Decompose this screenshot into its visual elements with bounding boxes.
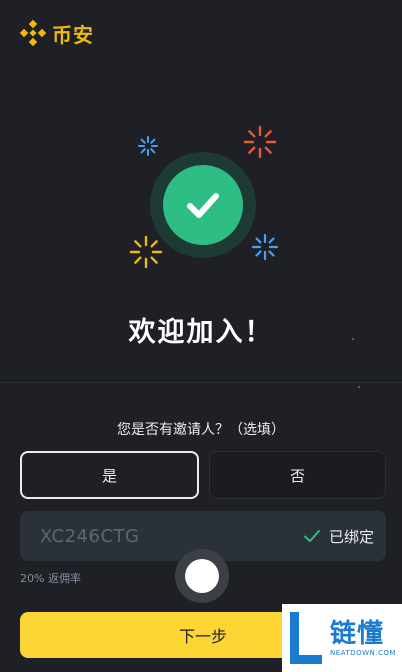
check-circle-icon: [163, 165, 243, 245]
decor-dot: [352, 338, 354, 340]
sparkle-icon: [138, 136, 158, 156]
option-yes-button[interactable]: 是: [20, 451, 199, 499]
assistive-touch-button[interactable]: [175, 549, 229, 603]
option-no-button[interactable]: 否: [209, 451, 386, 499]
option-no-label: 否: [289, 466, 305, 485]
watermark-title: 链懂: [330, 619, 385, 649]
watermark: 链懂 NEATDOWN.COM: [282, 604, 402, 672]
check-icon: [187, 193, 219, 218]
welcome-title: 欢迎加入！: [128, 317, 274, 348]
referral-question: 您是否有邀请人？（选填）: [117, 422, 285, 438]
bound-label: 已绑定: [328, 527, 374, 546]
next-button-label: 下一步: [178, 627, 227, 646]
divider: [0, 382, 402, 383]
commission-rate: 20% 返佣率: [20, 572, 81, 585]
assistive-touch-inner: [185, 559, 219, 593]
decor-dot: [358, 386, 360, 388]
referral-code-value: XC246CTG: [40, 525, 140, 547]
sparkle-icon: [251, 233, 279, 261]
sparkle-icon: [243, 125, 277, 159]
brand-name: 币安: [52, 22, 94, 47]
success-badge: [150, 152, 256, 258]
watermark-logo-icon: [290, 612, 322, 664]
option-yes-label: 是: [101, 466, 117, 485]
bound-status: 已绑定: [303, 526, 374, 547]
success-illustration: [0, 118, 402, 288]
binance-logo-icon: [19, 19, 47, 47]
sparkle-icon: [129, 235, 163, 269]
brand-logo: 币安: [18, 18, 94, 48]
check-icon: [303, 530, 320, 542]
watermark-subtitle: NEATDOWN.COM: [330, 649, 396, 657]
